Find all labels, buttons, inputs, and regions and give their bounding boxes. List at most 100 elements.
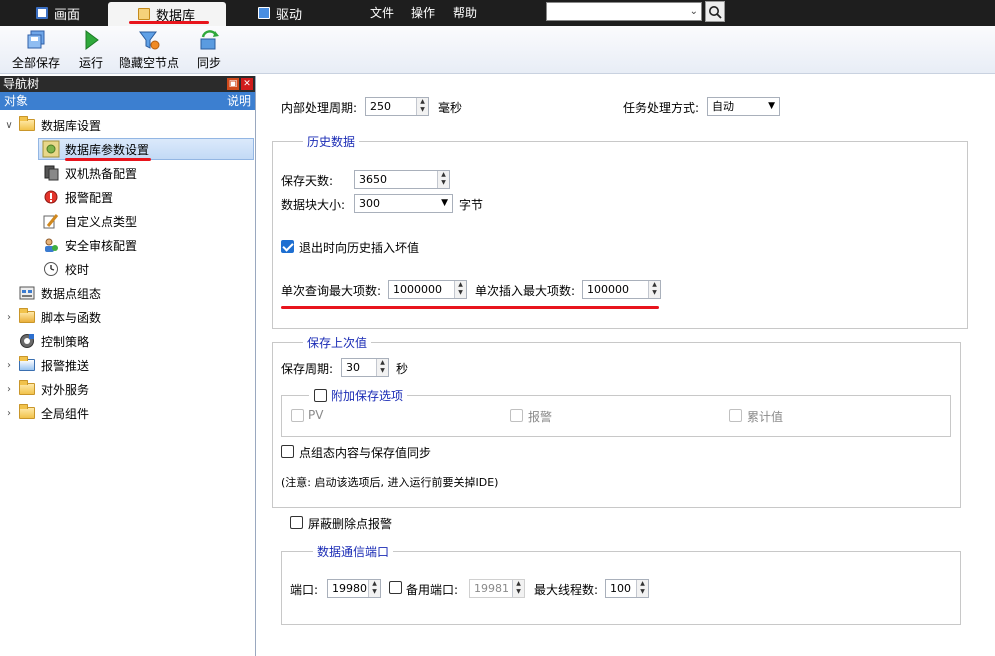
folder-open-icon — [18, 116, 36, 134]
save-all-icon — [24, 28, 48, 52]
chevron-down-icon[interactable]: ∨ — [4, 120, 14, 131]
tab-screen-label: 画面 — [54, 7, 81, 23]
block-size-select[interactable]: 300 ▼ — [354, 194, 453, 213]
database-params-panel: 内部处理周期: 250 ▲ ▼ 毫秒 任务处理方式: 自动 ▼ 历史数据 保存天数… — [257, 76, 995, 656]
save-period-label: 保存周期: — [281, 362, 334, 376]
tree-node-label: 数据库参数设置 — [65, 142, 150, 157]
tree-node-scripts[interactable]: › 脚本与函数 — [4, 306, 101, 328]
tree-node-db-settings[interactable]: ∨ 数据库设置 — [4, 114, 101, 136]
tree-node-label: 数据库设置 — [41, 118, 102, 133]
stepper-arrows-icon[interactable]: ▲ ▼ — [454, 281, 466, 298]
stepper-arrows-icon[interactable]: ▲ ▼ — [437, 171, 449, 188]
menu-operate[interactable]: 操作 — [411, 0, 435, 26]
sync-saved-checkbox[interactable] — [281, 445, 294, 458]
close-icon[interactable]: ✕ — [241, 78, 253, 90]
save-all-button[interactable]: 全部保存 — [12, 28, 60, 72]
pv-checkbox[interactable] — [291, 409, 304, 422]
alarm-icon — [42, 188, 60, 206]
tree-node-db-params[interactable]: 数据库参数设置 — [38, 138, 254, 160]
save-period-value: 30 — [346, 361, 360, 374]
stepper-arrows-icon[interactable]: ▲ ▼ — [512, 580, 524, 597]
stepper-arrows-icon[interactable]: ▲ ▼ — [376, 359, 388, 376]
tree-node-alarm-config[interactable]: 报警配置 — [42, 186, 113, 208]
tree-node-label: 校时 — [65, 262, 90, 277]
tree-node-alarm-push[interactable]: › 报警推送 — [4, 354, 89, 376]
tree-node-label: 全局组件 — [41, 406, 90, 421]
port-value: 19980 — [332, 582, 367, 595]
menu-file[interactable]: 文件 — [370, 0, 394, 26]
save-period-stepper[interactable]: 30 ▲ ▼ — [341, 358, 389, 377]
column-object: 对象 — [4, 94, 29, 108]
tab-screen[interactable]: 画面 — [36, 0, 80, 26]
query-max-value: 1000000 — [393, 283, 442, 296]
insert-max-stepper[interactable]: 100000 ▲ ▼ — [582, 280, 661, 299]
tree-node-external-services[interactable]: › 对外服务 — [4, 378, 89, 400]
search-input[interactable]: ⌄ — [546, 2, 702, 21]
toolbar: 全部保存 运行 隐藏空节点 同步 — [0, 26, 995, 74]
chevron-right-icon[interactable]: › — [4, 384, 14, 395]
comm-port-group-title: 数据通信端口 — [313, 543, 394, 560]
chevron-down-icon[interactable]: ⌄ — [690, 3, 698, 21]
nav-column-header: 对象 说明 — [0, 92, 255, 110]
tree-node-data-points[interactable]: 数据点组态 — [18, 282, 101, 304]
shield-delete-alarm-checkbox[interactable] — [290, 516, 303, 529]
task-mode-select[interactable]: 自动 ▼ — [707, 97, 780, 116]
stepper-arrows-icon[interactable]: ▲ ▼ — [368, 580, 380, 597]
sync-saved-label: 点组态内容与保存值同步 — [299, 446, 432, 460]
play-icon — [79, 28, 103, 52]
menu-help[interactable]: 帮助 — [453, 0, 477, 26]
insert-max-value: 100000 — [587, 283, 629, 296]
tree-node-time-sync[interactable]: 校时 — [42, 258, 89, 280]
tree-node-security-audit[interactable]: 安全审核配置 — [42, 234, 137, 256]
insert-bad-label: 退出时向历史插入坏值 — [299, 241, 420, 255]
tree-node-control-strategy[interactable]: 控制策略 — [18, 330, 89, 352]
extra-options-checkbox[interactable] — [314, 389, 327, 402]
search-button[interactable] — [705, 1, 725, 22]
chevron-right-icon[interactable]: › — [4, 408, 14, 419]
tree-node-hot-standby[interactable]: 双机热备配置 — [42, 162, 137, 184]
query-max-stepper[interactable]: 1000000 ▲ ▼ — [388, 280, 467, 299]
database-icon — [138, 8, 150, 20]
save-days-stepper[interactable]: 3650 ▲ ▼ — [354, 170, 450, 189]
tree: ∨ 数据库设置 数据库参数设置 双机热备配置 报警配置 自定义点类型 安全审核配… — [0, 110, 256, 656]
backup-port-label: 备用端口: — [406, 583, 459, 597]
query-max-label: 单次查询最大项数: — [281, 284, 382, 298]
stepper-arrows-icon[interactable]: ▲ ▼ — [416, 98, 428, 115]
chevron-right-icon[interactable]: › — [4, 312, 14, 323]
block-size-label: 数据块大小: — [281, 198, 346, 212]
tree-node-label: 安全审核配置 — [65, 238, 138, 253]
block-size-value: 300 — [359, 197, 380, 210]
shield-delete-alarm-label: 屏蔽删除点报警 — [308, 517, 393, 531]
cycle-unit: 毫秒 — [438, 101, 463, 115]
backup-port-stepper[interactable]: 19981 ▲ ▼ — [469, 579, 525, 598]
stepper-arrows-icon[interactable]: ▲ ▼ — [636, 580, 648, 597]
user-shield-icon — [42, 236, 60, 254]
script-icon — [18, 308, 36, 326]
tree-node-label: 报警推送 — [41, 358, 90, 373]
cycle-stepper[interactable]: 250 ▲ ▼ — [365, 97, 429, 116]
tree-node-global-components[interactable]: › 全局组件 — [4, 402, 89, 424]
server-icon — [42, 164, 60, 182]
edit-icon — [42, 212, 60, 230]
hide-empty-label: 隐藏空节点 — [119, 56, 180, 70]
backup-port-checkbox[interactable] — [389, 581, 402, 594]
alarm-label: 报警 — [528, 410, 553, 424]
backup-port-value: 19981 — [474, 582, 509, 595]
run-button[interactable]: 运行 — [79, 28, 103, 72]
accumulated-checkbox[interactable] — [729, 409, 742, 422]
chevron-right-icon[interactable]: › — [4, 360, 14, 371]
tree-node-custom-point-type[interactable]: 自定义点类型 — [42, 210, 137, 232]
tab-driver-label: 驱动 — [276, 7, 303, 23]
stepper-arrows-icon[interactable]: ▲ ▼ — [648, 281, 660, 298]
tab-driver[interactable]: 驱动 — [258, 0, 302, 26]
insert-bad-checkbox[interactable] — [281, 240, 294, 253]
max-threads-stepper[interactable]: 100 ▲ ▼ — [605, 579, 649, 598]
tree-node-label: 自定义点类型 — [65, 214, 138, 229]
nav-title-bar: 导航树 ▣ ✕ — [0, 76, 255, 92]
port-stepper[interactable]: 19980 ▲ ▼ — [327, 579, 381, 598]
driver-icon — [258, 7, 270, 19]
sync-button[interactable]: 同步 — [197, 28, 221, 72]
alarm-checkbox[interactable] — [510, 409, 523, 422]
hide-empty-nodes-button[interactable]: 隐藏空节点 — [119, 28, 179, 72]
pin-icon[interactable]: ▣ — [227, 78, 239, 90]
